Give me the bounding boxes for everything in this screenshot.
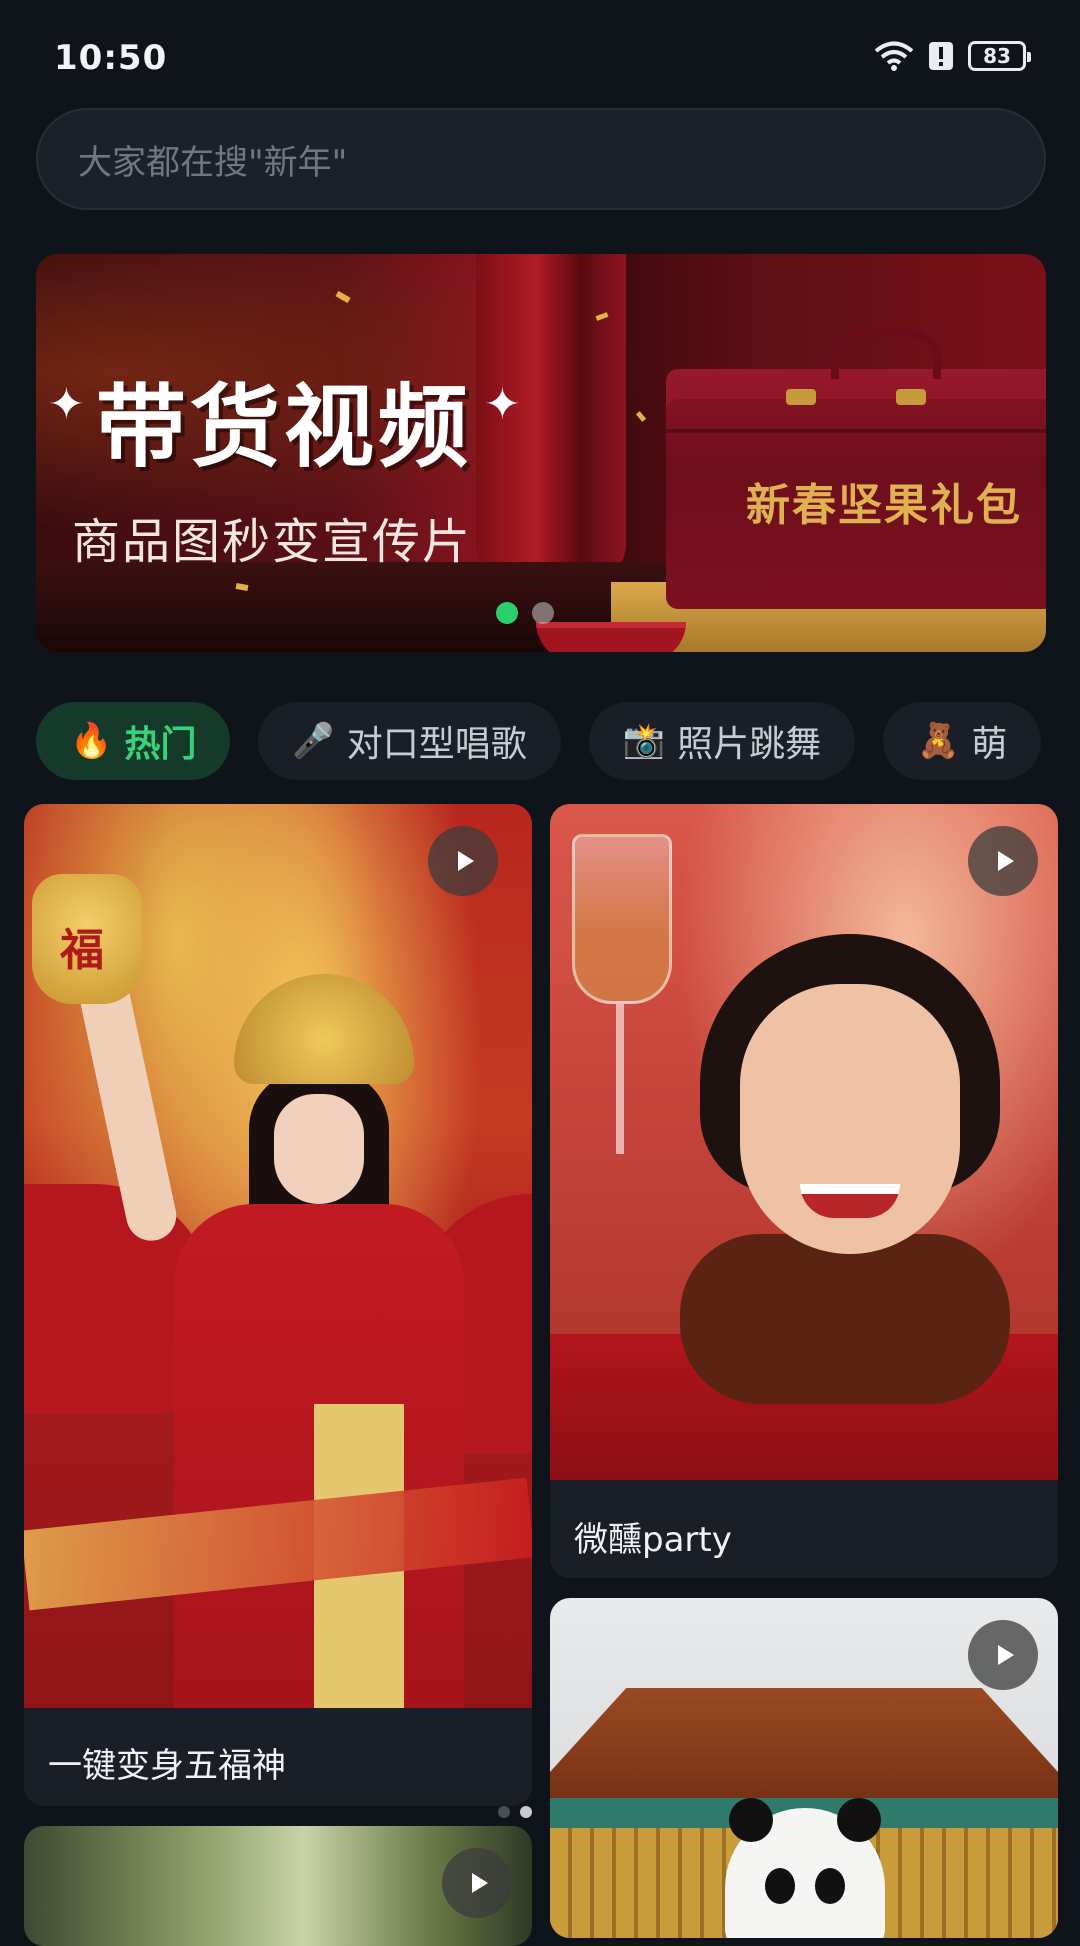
template-card[interactable]: 微醺party: [550, 804, 1058, 1578]
tab-hot[interactable]: 🔥 热门: [36, 702, 231, 780]
battery-icon: 83: [968, 41, 1031, 71]
gift-box-text: 新春坚果礼包: [746, 480, 1022, 531]
play-icon[interactable]: [442, 1848, 512, 1918]
banner-pagination: [496, 602, 554, 624]
indicator-dot-active: [520, 1806, 532, 1818]
pagination-dot-active: [496, 602, 518, 624]
status-bar: 10:50 83: [0, 0, 1080, 110]
play-icon[interactable]: [968, 826, 1038, 896]
gift-handle: [831, 329, 941, 379]
confetti: [335, 290, 351, 304]
panda-eye: [815, 1868, 845, 1904]
gift-lid-line: [666, 429, 1046, 433]
card-title: 一键变身五福神: [48, 1746, 286, 1786]
tab-label: 萌: [971, 724, 1008, 765]
search-input[interactable]: 大家都在搜"新年": [36, 108, 1046, 210]
confetti: [635, 411, 647, 422]
lucky-bag: 福: [32, 874, 142, 1004]
clock: 10:50: [54, 38, 168, 78]
alert-icon: [928, 41, 954, 71]
gift-clasp: [896, 389, 926, 405]
template-card[interactable]: [24, 1826, 532, 1946]
search-placeholder: 大家都在搜"新年": [78, 142, 348, 183]
gift-clasp: [786, 389, 816, 405]
play-icon[interactable]: [428, 826, 498, 896]
teddy-bear-icon: 🧸: [917, 721, 960, 761]
template-card[interactable]: [550, 1598, 1058, 1938]
wifi-icon: [874, 40, 914, 72]
face: [274, 1094, 364, 1204]
panda-eye: [765, 1868, 795, 1904]
lucky-bag-text: 福: [60, 925, 104, 976]
panda: [725, 1798, 885, 1938]
card-title: 微醺party: [574, 1520, 732, 1560]
tab-label: 热门: [124, 724, 197, 765]
card-thumbnail: [550, 804, 1058, 1480]
panda-ear: [837, 1798, 881, 1842]
sparkle-icon: ✦: [48, 379, 85, 430]
battery-level: 83: [983, 44, 1011, 68]
panda-ear: [729, 1798, 773, 1842]
tab-lip-sync[interactable]: 🎤 对口型唱歌: [258, 702, 561, 780]
category-tabs: 🔥 热门 🎤 对口型唱歌 📸 照片跳舞 🧸 萌: [36, 702, 1080, 782]
tab-cute[interactable]: 🧸 萌: [883, 702, 1042, 780]
status-icons: 83: [874, 40, 1031, 72]
fire-icon: 🔥: [70, 721, 113, 761]
scroll-indicator: [498, 1806, 532, 1818]
sparkle-icon: ✦: [484, 379, 521, 430]
camera-icon: 📸: [622, 721, 666, 761]
play-icon[interactable]: [968, 1620, 1038, 1690]
tab-photo-dance[interactable]: 📸 照片跳舞: [588, 702, 856, 780]
template-card[interactable]: 福 一键变身五福神: [24, 804, 532, 1806]
tab-label: 对口型唱歌: [346, 724, 527, 765]
microphone-icon: 🎤: [292, 721, 335, 761]
banner-title: 带货视频: [96, 375, 472, 480]
wine-glass: [572, 834, 672, 1004]
banner-subtitle: 商品图秒变宣传片: [72, 514, 473, 570]
wine-glass-stem: [616, 1004, 624, 1154]
scarf: [680, 1234, 1010, 1404]
tab-label: 照片跳舞: [677, 724, 822, 765]
crown: [234, 974, 414, 1084]
pagination-dot: [532, 602, 554, 624]
bowl-decoration: [536, 622, 686, 652]
gift-box-image: 新春坚果礼包: [666, 329, 1046, 609]
card-thumbnail: 福: [24, 804, 532, 1708]
promo-banner[interactable]: 新春坚果礼包 ✦ 带货视频 ✦ 商品图秒变宣传片: [36, 254, 1046, 652]
indicator-dot: [498, 1806, 510, 1818]
